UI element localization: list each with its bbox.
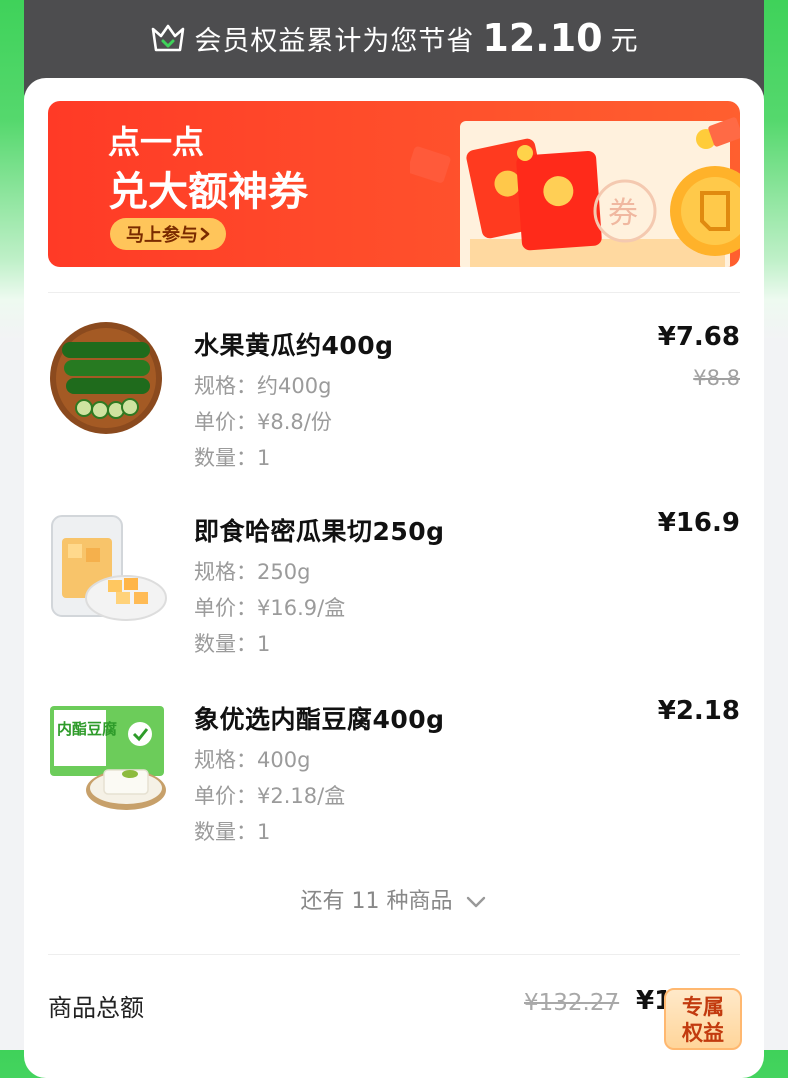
product-quantity: 数量：1 — [194, 632, 271, 656]
product-spec: 规格：400g — [194, 748, 311, 772]
goods-total-original: ¥132.27 — [524, 990, 620, 1016]
crown-icon — [152, 24, 185, 52]
badge-line1: 专属 — [682, 995, 724, 1019]
product-unit-price: 单价：¥8.8/份 — [194, 410, 332, 434]
list-item[interactable]: 内酯豆腐 象优选内酯豆腐400g 规格：400g 单价：¥2.18/盒 数量：1… — [48, 696, 740, 856]
product-price: ¥2.18 — [657, 696, 740, 726]
product-name: 即食哈密瓜果切250g — [194, 517, 445, 546]
product-quantity: 数量：1 — [194, 446, 271, 470]
list-item[interactable]: 水果黄瓜约400g 规格：约400g 单价：¥8.8/份 数量：1 ¥7.68 … — [48, 322, 740, 482]
join-now-label: 马上参与 — [126, 225, 198, 246]
chevron-right-icon — [200, 227, 210, 241]
coupon-promo-banner[interactable]: 点一点 兑大额神券 马上参与 券 — [48, 101, 740, 267]
banner-title-line1: 点一点 — [108, 123, 205, 161]
product-image-tofu: 内酯豆腐 — [48, 696, 168, 816]
goods-total-label: 商品总额 — [48, 994, 144, 1022]
divider — [48, 954, 740, 955]
member-savings-amount: 12.10 — [482, 16, 603, 60]
join-now-button[interactable]: 马上参与 — [110, 218, 226, 250]
product-unit-price: 单价：¥16.9/盒 — [194, 596, 346, 620]
product-price: ¥16.9 — [657, 508, 740, 538]
show-more-label: 还有 11 种商品 — [300, 889, 453, 914]
product-price: ¥7.68 — [657, 322, 740, 352]
product-original-price: ¥8.8 — [693, 366, 740, 390]
product-spec: 规格：250g — [194, 560, 311, 584]
member-savings-unit: 元 — [610, 25, 638, 57]
product-image-cucumber — [48, 322, 168, 442]
divider — [48, 292, 740, 293]
svg-text:内酯豆腐: 内酯豆腐 — [57, 720, 117, 738]
product-quantity: 数量：1 — [194, 820, 271, 844]
banner-title-line2: 兑大额神券 — [108, 169, 308, 215]
coupon-gift-illustration: 券 — [410, 117, 740, 267]
order-card: 点一点 兑大额神券 马上参与 券 水果黄瓜约400g 规格：约400g 单价：¥… — [24, 78, 764, 1078]
product-name: 象优选内酯豆腐400g — [194, 705, 445, 734]
list-item[interactable]: 即食哈密瓜果切250g 规格：250g 单价：¥16.9/盒 数量：1 ¥16.… — [48, 508, 740, 668]
show-more-items-button[interactable]: 还有 11 种商品 — [24, 883, 764, 915]
product-unit-price: 单价：¥2.18/盒 — [194, 784, 346, 808]
svg-text:券: 券 — [608, 196, 638, 231]
chevron-down-icon — [467, 896, 486, 908]
product-name: 水果黄瓜约400g — [194, 331, 394, 360]
badge-line2: 权益 — [682, 1021, 724, 1045]
product-image-cantaloupe — [48, 508, 168, 628]
product-spec: 规格：约400g — [194, 374, 332, 398]
exclusive-benefits-badge[interactable]: 专属 权益 — [664, 988, 742, 1050]
member-savings-text: 会员权益累计为您节省 — [194, 25, 475, 57]
